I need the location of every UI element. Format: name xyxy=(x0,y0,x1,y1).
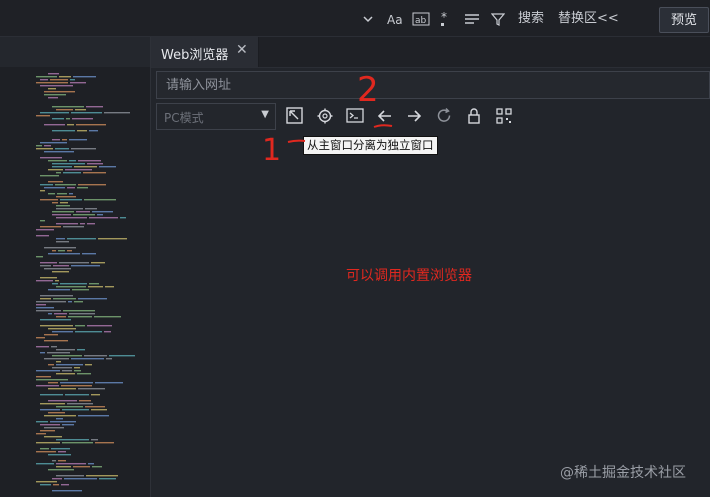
forward-arrow-icon[interactable] xyxy=(404,106,424,126)
replace-toggle-button[interactable]: 替换区<< xyxy=(558,10,619,28)
browser-tab-bar: Web浏览器 ✕ xyxy=(151,37,710,68)
svg-text:Aa: Aa xyxy=(387,13,403,27)
preview-button[interactable]: 预览 xyxy=(659,7,709,33)
align-lines-icon[interactable] xyxy=(464,10,480,28)
code-minimap[interactable] xyxy=(28,73,146,493)
mode-select[interactable]: PC模式 ▼ xyxy=(156,103,276,130)
settings-icon[interactable] xyxy=(315,106,335,126)
match-case-icon[interactable]: Aa xyxy=(387,10,403,28)
tab-web-browser[interactable]: Web浏览器 ✕ xyxy=(151,37,259,67)
close-icon[interactable]: ✕ xyxy=(236,42,248,58)
watermark: @稀土掘金技术社区 xyxy=(560,465,686,481)
regex-icon[interactable]: * xyxy=(439,10,453,28)
search-button[interactable]: 搜索 xyxy=(518,10,544,28)
chevron-down-icon[interactable] xyxy=(362,10,374,28)
detach-tooltip: 从主窗口分离为独立窗口 xyxy=(303,136,438,155)
url-input[interactable] xyxy=(156,71,710,99)
qr-code-icon[interactable] xyxy=(494,106,514,126)
refresh-icon[interactable] xyxy=(434,106,454,126)
console-icon[interactable] xyxy=(345,106,365,126)
annotation-note: 可以调用内置浏览器 xyxy=(346,268,472,284)
whole-word-icon[interactable]: ab xyxy=(412,10,430,28)
editor-toolbar: Aa ab * 搜索 替换区<< 预览 xyxy=(0,0,710,37)
annotation-marker-1: 1 xyxy=(262,133,281,168)
caret-down-icon: ▼ xyxy=(261,109,269,120)
back-arrow-icon[interactable] xyxy=(375,106,395,126)
svg-text:ab: ab xyxy=(415,16,427,26)
svg-text:*: * xyxy=(441,10,447,24)
filter-icon[interactable] xyxy=(490,10,506,28)
detach-window-icon[interactable] xyxy=(285,106,305,126)
left-tab-strip xyxy=(0,37,150,67)
editor-left-pane xyxy=(0,37,151,497)
mode-selected-value: PC模式 xyxy=(164,111,204,125)
tab-title: Web浏览器 xyxy=(161,48,229,63)
lock-icon[interactable] xyxy=(464,106,484,126)
